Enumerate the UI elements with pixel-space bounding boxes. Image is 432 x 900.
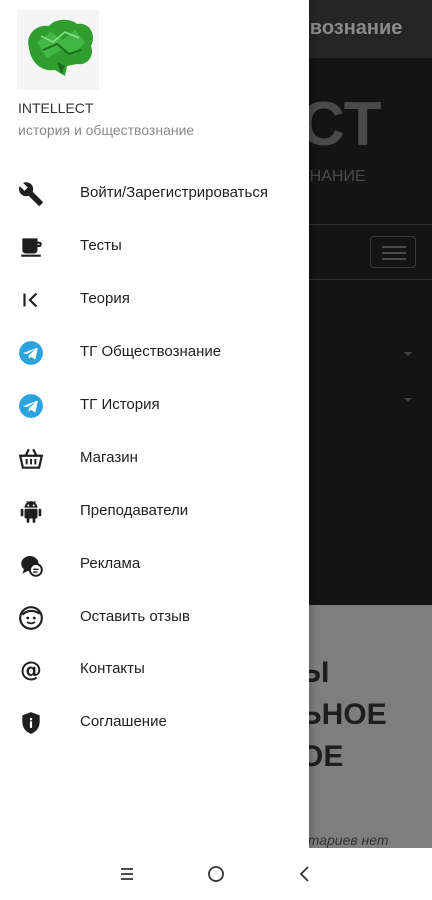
menu-item-teachers[interactable]: Преподаватели	[0, 485, 309, 537]
menu-item-contacts[interactable]: @ Контакты	[0, 643, 309, 695]
menu-icon[interactable]	[113, 860, 141, 888]
back-icon[interactable]	[291, 860, 319, 888]
menu-item-feedback[interactable]: Оставить отзыв	[0, 591, 309, 643]
menu-item-label: Оставить отзыв	[80, 608, 190, 625]
drawer-header: INTELLECT история и обществознание	[0, 0, 309, 150]
menu-item-label: Магазин	[80, 449, 138, 466]
menu-item-label: Тесты	[80, 237, 122, 254]
menu-item-label: ТГ История	[80, 396, 160, 413]
at-sign-icon: @	[18, 657, 44, 683]
telegram-icon	[18, 340, 44, 366]
android-icon	[18, 499, 44, 525]
menu-item-label: Преподаватели	[80, 502, 189, 519]
app-logo-brain-icon	[17, 10, 99, 90]
navigation-drawer: INTELLECT история и обществознание Войти…	[0, 0, 309, 848]
basket-icon	[18, 446, 44, 472]
menu-item-label: Реклама	[80, 555, 141, 572]
wrench-icon	[18, 181, 44, 207]
menu-item-label: Теория	[80, 290, 130, 307]
background-divider	[300, 224, 432, 225]
menu-item-theory[interactable]: Теория	[0, 273, 309, 325]
system-navigation-bar	[0, 848, 432, 900]
back-bracket-icon	[18, 287, 44, 313]
background-subtitle: ЗНАНИЕ	[300, 168, 366, 185]
background-heading-line: ЬНОЕ	[300, 698, 387, 731]
menu-item-label: Соглашение	[80, 713, 167, 730]
menu-item-advertising[interactable]: Реклама	[0, 538, 309, 590]
app-name: INTELLECT	[18, 100, 94, 116]
menu-item-label: Войти/Зарегистрироваться	[80, 184, 268, 201]
background-comments-text: нтариев нет	[300, 832, 389, 848]
background-brand-title: CT	[300, 90, 382, 159]
background-hamburger-button	[370, 236, 416, 268]
coffee-cup-icon	[18, 234, 44, 260]
background-divider	[300, 279, 432, 280]
chat-bubbles-icon	[18, 552, 44, 578]
menu-item-label: Контакты	[80, 660, 145, 677]
menu-item-tg-social-studies[interactable]: ТГ Обществознание	[0, 326, 309, 378]
background-topbar-title: твознание	[300, 17, 403, 39]
menu-item-agreement[interactable]: Соглашение	[0, 696, 309, 748]
background-dropdown-arrow-icon	[404, 352, 412, 356]
background-dropdown-arrow-icon	[404, 398, 412, 402]
menu-item-label: ТГ Обществознание	[80, 343, 222, 360]
face-icon	[18, 605, 44, 631]
menu-item-shop[interactable]: Магазин	[0, 432, 309, 484]
menu-item-tests[interactable]: Тесты	[0, 220, 309, 272]
menu-item-login[interactable]: Войти/Зарегистрироваться	[0, 167, 309, 219]
app-subtitle: история и обществознание	[18, 122, 195, 138]
svg-text:@: @	[20, 658, 42, 683]
menu-item-tg-history[interactable]: ТГ История	[0, 379, 309, 431]
shield-icon	[18, 710, 44, 736]
home-circle-icon[interactable]	[202, 860, 230, 888]
telegram-icon	[18, 393, 44, 419]
